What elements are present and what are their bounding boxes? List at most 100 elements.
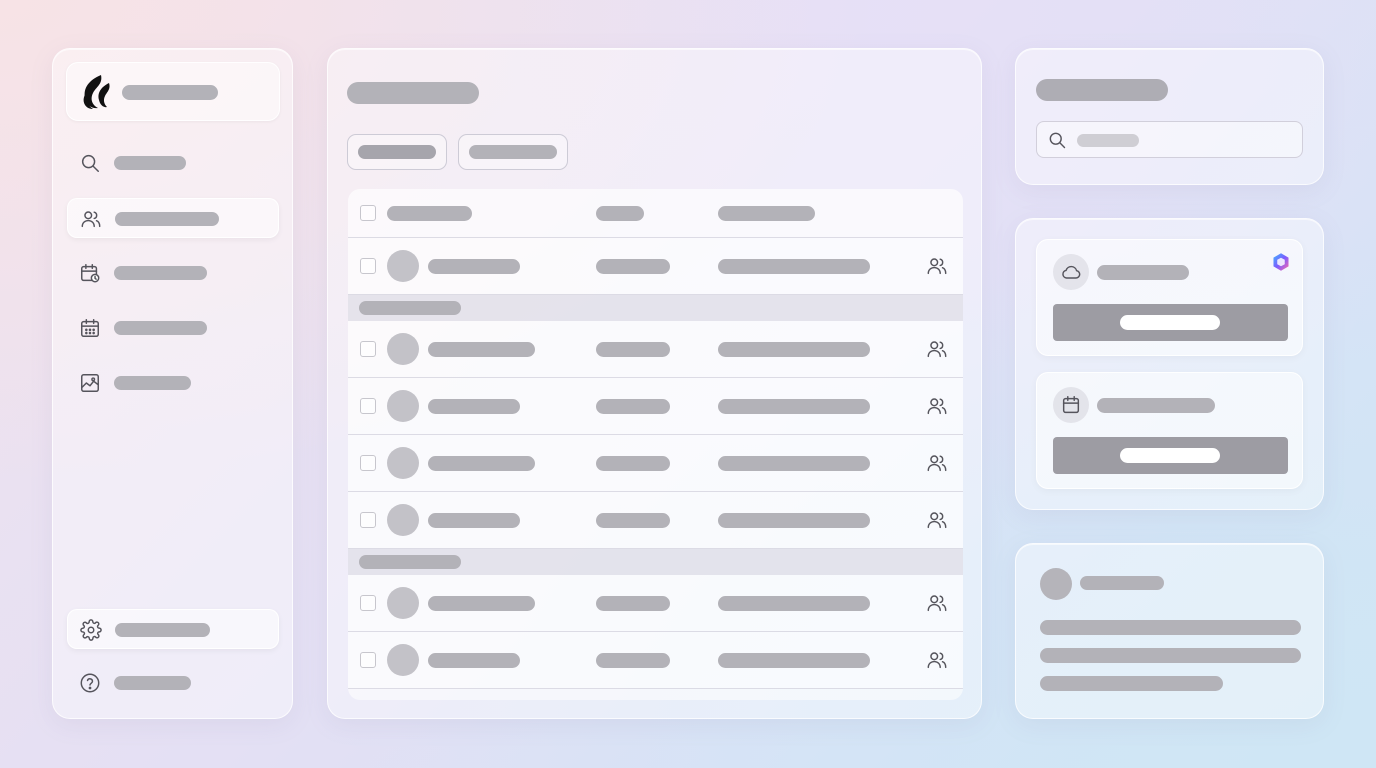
sidebar-item-label	[114, 156, 186, 170]
table-row[interactable]	[348, 632, 963, 689]
users-icon[interactable]	[926, 255, 948, 277]
connect-button[interactable]	[1053, 437, 1288, 474]
group-label	[359, 555, 461, 569]
filter-button-2[interactable]	[458, 134, 568, 170]
sidebar-item-search[interactable]	[67, 143, 279, 183]
cell-role	[596, 653, 670, 668]
users-icon[interactable]	[926, 509, 948, 531]
column-header-role[interactable]	[596, 206, 644, 221]
panel-title	[1036, 79, 1168, 101]
row-checkbox[interactable]	[360, 341, 376, 357]
users-icon	[81, 211, 101, 228]
sidebar-item-label	[114, 321, 207, 335]
workspace-name	[122, 85, 218, 100]
cell-role	[596, 259, 670, 274]
select-all-checkbox[interactable]	[360, 205, 376, 221]
users-icon[interactable]	[926, 649, 948, 671]
avatar	[387, 447, 419, 479]
connect-button-label	[1120, 315, 1220, 330]
users-icon[interactable]	[926, 592, 948, 614]
table-row[interactable]	[348, 492, 963, 549]
connect-button-label	[1120, 448, 1220, 463]
profile-name	[1080, 576, 1164, 590]
search-panel	[1015, 48, 1324, 185]
row-checkbox[interactable]	[360, 398, 376, 414]
gear-icon	[80, 619, 102, 641]
connect-button[interactable]	[1053, 304, 1288, 341]
main-panel	[327, 48, 982, 719]
table-row[interactable]	[348, 321, 963, 378]
filter-button-1[interactable]	[347, 134, 447, 170]
integration-name	[1097, 398, 1215, 413]
calendar-icon	[81, 319, 99, 337]
cell-role	[596, 342, 670, 357]
cell-role	[596, 456, 670, 471]
profile-card	[1015, 543, 1324, 719]
cell-team	[718, 596, 870, 611]
filter-label	[469, 145, 557, 159]
search-placeholder	[1077, 134, 1139, 147]
calendar-clock-icon	[81, 264, 100, 283]
cell-name	[428, 399, 520, 414]
flame-logo-icon	[83, 75, 110, 109]
workspace-switcher[interactable]	[66, 62, 280, 121]
search-input[interactable]	[1036, 121, 1303, 158]
cell-team	[718, 513, 870, 528]
users-icon[interactable]	[926, 452, 948, 474]
avatar	[387, 390, 419, 422]
cell-name	[428, 513, 520, 528]
cell-role	[596, 596, 670, 611]
table-row[interactable]	[348, 238, 963, 295]
integration-name	[1097, 265, 1189, 280]
sidebar	[52, 48, 293, 719]
sidebar-item-people[interactable]	[67, 198, 279, 238]
integration-card-calendar	[1036, 372, 1303, 489]
group-header[interactable]	[348, 295, 963, 321]
group-header[interactable]	[348, 549, 963, 575]
row-checkbox[interactable]	[360, 595, 376, 611]
sidebar-item-label	[115, 212, 219, 226]
cell-name	[428, 259, 520, 274]
cell-role	[596, 513, 670, 528]
sidebar-item-reports[interactable]	[67, 363, 279, 403]
cell-team	[718, 653, 870, 668]
avatar	[387, 504, 419, 536]
cell-team	[718, 342, 870, 357]
sidebar-item-schedule[interactable]	[67, 253, 279, 293]
row-checkbox[interactable]	[360, 258, 376, 274]
sidebar-item-calendar[interactable]	[67, 308, 279, 348]
avatar	[387, 333, 419, 365]
sidebar-item-label	[114, 676, 191, 690]
calendar-icon	[1062, 396, 1080, 414]
sidebar-item-help[interactable]	[67, 663, 279, 703]
column-header-name[interactable]	[387, 206, 472, 221]
sidebar-item-label	[114, 376, 191, 390]
cloud-icon-badge	[1053, 254, 1089, 290]
cell-name	[428, 596, 535, 611]
sidebar-item-settings[interactable]	[67, 609, 279, 649]
column-header-team[interactable]	[718, 206, 815, 221]
users-icon[interactable]	[926, 338, 948, 360]
row-checkbox[interactable]	[360, 512, 376, 528]
table-row[interactable]	[348, 575, 963, 632]
table-row[interactable]	[348, 435, 963, 492]
copilot-logo-icon	[1273, 253, 1289, 271]
calendar-icon-badge	[1053, 387, 1089, 423]
row-checkbox[interactable]	[360, 455, 376, 471]
avatar	[387, 587, 419, 619]
users-icon[interactable]	[926, 395, 948, 417]
cell-team	[718, 456, 870, 471]
sidebar-item-label	[115, 623, 210, 637]
cell-name	[428, 456, 535, 471]
cell-role	[596, 399, 670, 414]
help-circle-icon	[80, 673, 100, 693]
group-label	[359, 301, 461, 315]
cell-team	[718, 399, 870, 414]
table-row[interactable]	[348, 378, 963, 435]
search-icon	[1049, 132, 1066, 149]
row-checkbox[interactable]	[360, 652, 376, 668]
search-icon	[81, 154, 99, 172]
integration-card-cloud	[1036, 239, 1303, 356]
avatar	[1040, 568, 1072, 600]
cell-team	[718, 259, 870, 274]
